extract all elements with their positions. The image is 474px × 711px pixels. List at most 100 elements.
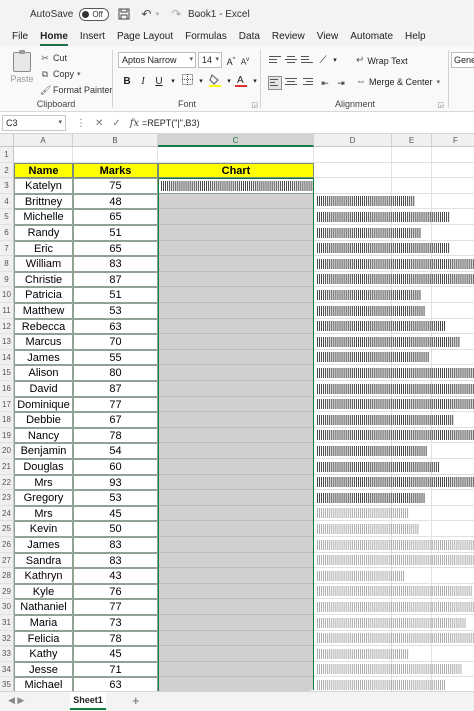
marks-cell[interactable]: 78 [73, 630, 158, 647]
marks-cell[interactable] [73, 147, 158, 163]
chart-cell[interactable] [158, 427, 314, 444]
column-header-c[interactable]: C [158, 134, 314, 147]
shrink-font-icon[interactable]: Av [238, 53, 252, 68]
name-cell[interactable]: Debbie [14, 412, 73, 428]
save-icon[interactable] [117, 7, 131, 21]
chart-cell[interactable] [158, 615, 314, 631]
name-cell[interactable]: Kathy [14, 646, 73, 662]
cell-d[interactable] [314, 162, 392, 179]
chart-cell[interactable] [158, 334, 314, 350]
marks-cell[interactable]: 77 [73, 599, 158, 615]
row-header-12[interactable]: 12 [0, 318, 14, 335]
name-cell[interactable]: Jesse [14, 661, 73, 678]
row-header-5[interactable]: 5 [0, 209, 14, 225]
chart-cell[interactable] [158, 568, 314, 584]
header-chart-cell[interactable]: Chart [158, 162, 314, 179]
row-header-3[interactable]: 3 [0, 178, 14, 194]
chart-cell[interactable] [158, 537, 314, 553]
chart-cell[interactable] [158, 365, 314, 381]
chart-cell[interactable] [158, 490, 314, 506]
undo-icon[interactable]: ↶ [139, 7, 153, 21]
marks-cell[interactable]: 83 [73, 552, 158, 569]
name-cell[interactable]: Nathaniel [14, 599, 73, 615]
row-header-32[interactable]: 32 [0, 630, 14, 647]
undo-dropdown-icon[interactable]: ▾ [153, 7, 161, 21]
decrease-indent-icon[interactable]: ⇤ [318, 76, 332, 91]
name-cell[interactable]: Gregory [14, 490, 73, 506]
row-header-13[interactable]: 13 [0, 334, 14, 350]
row-header-28[interactable]: 28 [0, 568, 14, 584]
marks-cell[interactable]: 48 [73, 193, 158, 210]
alignment-launcher-icon[interactable]: ◲ [437, 101, 444, 109]
marks-cell[interactable]: 93 [73, 474, 158, 491]
name-cell[interactable]: Rebecca [14, 318, 73, 335]
merge-dropdown-icon[interactable]: ▾ [437, 78, 441, 86]
marks-cell[interactable]: 50 [73, 521, 158, 537]
marks-cell[interactable]: 55 [73, 349, 158, 366]
spreadsheet-grid[interactable]: A B C D E F 1 2 Name Marks Chart 3 Katelyn 75 4 Brittne… [0, 134, 474, 691]
number-format-box[interactable]: Genera [451, 52, 474, 68]
row-header-27[interactable]: 27 [0, 552, 14, 569]
row-header-34[interactable]: 34 [0, 661, 14, 678]
font-color-icon[interactable]: A [234, 74, 248, 89]
chart-cell[interactable] [158, 630, 314, 647]
tab-formulas[interactable]: Formulas [179, 28, 233, 46]
tab-page-layout[interactable]: Page Layout [111, 28, 179, 46]
name-cell[interactable]: William [14, 256, 73, 272]
chart-cell[interactable] [158, 349, 314, 366]
tab-help[interactable]: Help [399, 28, 432, 46]
name-cell[interactable]: Eric [14, 240, 73, 257]
name-cell[interactable] [14, 147, 73, 163]
name-cell[interactable]: Felicia [14, 630, 73, 647]
paste-button[interactable]: Paste [6, 50, 38, 92]
row-header-14[interactable]: 14 [0, 349, 14, 366]
row-header-2[interactable]: 2 [0, 162, 14, 179]
underline-button[interactable]: U [152, 74, 166, 89]
row-header-35[interactable]: 35 [0, 677, 14, 691]
name-cell[interactable]: James [14, 537, 73, 553]
chart-cell[interactable] [158, 209, 314, 225]
row-header-18[interactable]: 18 [0, 412, 14, 428]
sheet-tab-sheet1[interactable]: Sheet1 [70, 692, 106, 710]
chart-cell[interactable] [158, 552, 314, 569]
name-cell[interactable]: Dominique [14, 396, 73, 413]
column-header-b[interactable]: B [73, 134, 158, 147]
column-header-d[interactable]: D [314, 134, 392, 147]
marks-cell[interactable]: 60 [73, 459, 158, 475]
row-header-33[interactable]: 33 [0, 646, 14, 662]
align-center-icon[interactable] [284, 76, 298, 90]
column-header-e[interactable]: E [392, 134, 432, 147]
marks-cell[interactable]: 65 [73, 240, 158, 257]
font-launcher-icon[interactable]: ◲ [251, 101, 258, 109]
name-cell[interactable]: Kyle [14, 583, 73, 600]
chart-cell[interactable] [158, 256, 314, 272]
chart-cell[interactable] [158, 521, 314, 537]
chart-cell[interactable] [158, 677, 314, 691]
tab-review[interactable]: Review [266, 28, 311, 46]
row-header-23[interactable]: 23 [0, 490, 14, 506]
marks-cell[interactable]: 70 [73, 334, 158, 350]
row-header-8[interactable]: 8 [0, 256, 14, 272]
row-header-11[interactable]: 11 [0, 303, 14, 319]
bold-button[interactable]: B [120, 74, 134, 89]
name-cell[interactable]: Mrs [14, 505, 73, 522]
marks-cell[interactable]: 51 [73, 287, 158, 303]
chart-cell[interactable] [158, 225, 314, 241]
chart-cell[interactable] [158, 412, 314, 428]
row-header-22[interactable]: 22 [0, 474, 14, 491]
chart-cell[interactable] [158, 474, 314, 491]
chart-cell[interactable] [158, 240, 314, 257]
chart-cell[interactable] [158, 443, 314, 459]
row-header-31[interactable]: 31 [0, 615, 14, 631]
cell-d[interactable] [314, 147, 392, 163]
copy-dropdown-icon[interactable]: ▾ [77, 70, 81, 78]
row-header-20[interactable]: 20 [0, 443, 14, 459]
cut-button[interactable]: ✂ Cut [40, 51, 67, 65]
chart-cell[interactable] [158, 661, 314, 678]
marks-cell[interactable]: 51 [73, 225, 158, 241]
borders-dropdown-icon[interactable]: ▾ [194, 74, 208, 89]
marks-cell[interactable]: 45 [73, 505, 158, 522]
name-cell[interactable]: Michael [14, 677, 73, 691]
name-cell[interactable]: Brittney [14, 193, 73, 210]
format-painter-button[interactable]: 🖌 Format Painter [40, 83, 113, 97]
